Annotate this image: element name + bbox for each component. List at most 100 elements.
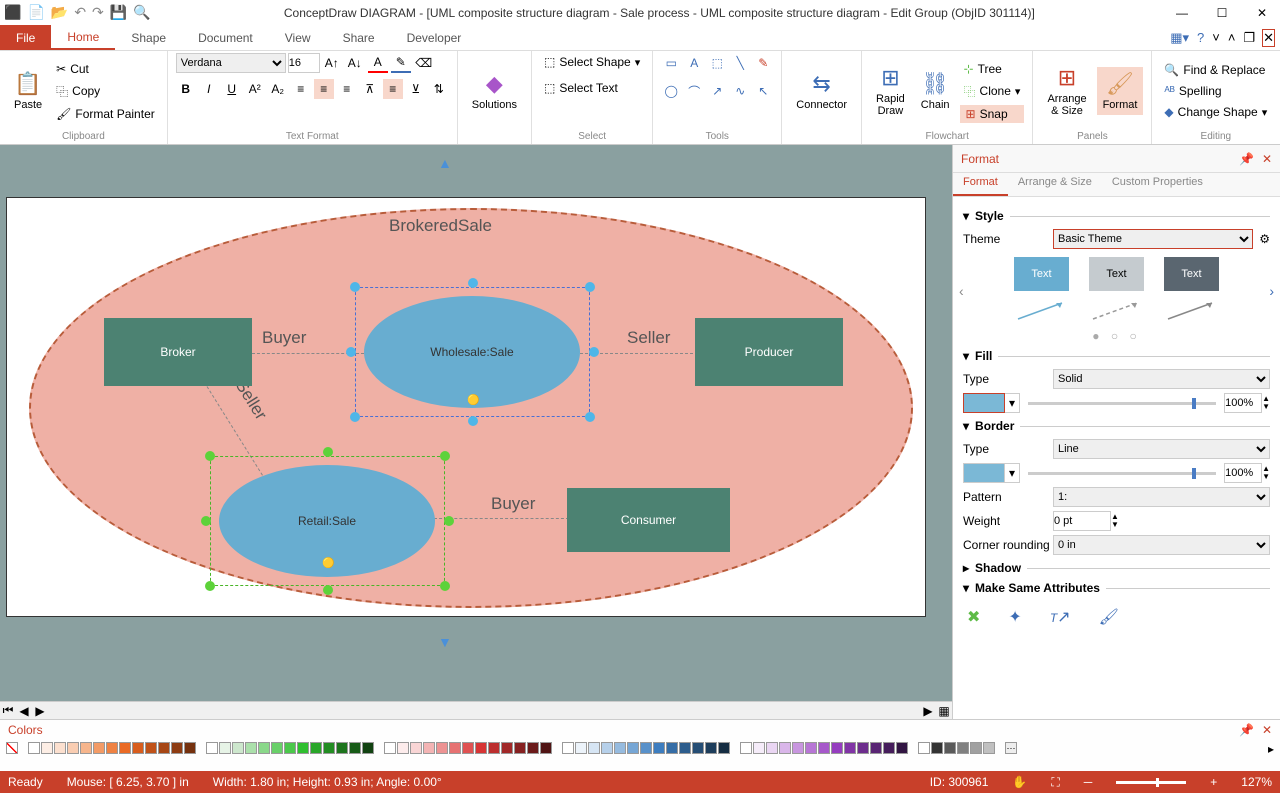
select-shape-button[interactable]: ⬚Select Shape ▾ xyxy=(540,53,644,71)
color-swatch[interactable] xyxy=(818,742,830,754)
solutions-button[interactable]: ◆ Solutions xyxy=(466,67,523,115)
restore-icon[interactable]: ❐ xyxy=(1243,30,1255,46)
color-swatch[interactable] xyxy=(67,742,79,754)
color-swatch[interactable] xyxy=(349,742,361,754)
color-swatch[interactable] xyxy=(475,742,487,754)
color-swatch[interactable] xyxy=(718,742,730,754)
color-swatch[interactable] xyxy=(184,742,196,754)
color-swatch[interactable] xyxy=(614,742,626,754)
tab-share[interactable]: Share xyxy=(327,25,391,50)
window-list-icon[interactable]: ▦▾ xyxy=(1170,30,1189,46)
color-swatch[interactable] xyxy=(93,742,105,754)
cut-button[interactable]: ✂Cut xyxy=(52,60,159,78)
text-handle-icon[interactable]: 🟡 xyxy=(322,558,334,569)
theme-select[interactable]: Basic Theme xyxy=(1053,229,1253,249)
spinner-icon[interactable]: ▲▼ xyxy=(1262,465,1270,481)
tab-view[interactable]: View xyxy=(269,25,327,50)
color-swatch[interactable] xyxy=(666,742,678,754)
handle[interactable] xyxy=(205,581,215,591)
label-buyer-2[interactable]: Buyer xyxy=(491,494,535,514)
color-swatch[interactable] xyxy=(740,742,752,754)
theme-swatch-3[interactable]: Text xyxy=(1164,257,1219,291)
rapid-draw-button[interactable]: ⊞Rapid Draw xyxy=(870,61,911,121)
same-text-icon[interactable]: T↗ xyxy=(1050,607,1071,627)
hand-icon[interactable]: ✋ xyxy=(1012,775,1027,789)
handle[interactable] xyxy=(201,516,211,526)
spinner-icon[interactable]: ▲▼ xyxy=(1111,513,1119,529)
color-swatch[interactable] xyxy=(805,742,817,754)
color-swatch[interactable] xyxy=(931,742,943,754)
theme-next-icon[interactable]: › xyxy=(1269,283,1274,299)
border-opacity-input[interactable] xyxy=(1224,463,1262,483)
mdi-close-icon[interactable]: ✕ xyxy=(1263,30,1274,46)
color-swatch[interactable] xyxy=(310,742,322,754)
label-seller-1[interactable]: Seller xyxy=(627,328,670,348)
color-swatch[interactable] xyxy=(232,742,244,754)
handle[interactable] xyxy=(350,412,360,422)
scroll-right-icon[interactable]: ▶ xyxy=(32,704,48,718)
color-swatch[interactable] xyxy=(106,742,118,754)
redo-icon[interactable]: ↷ xyxy=(92,4,104,21)
decrease-font-icon[interactable]: A↓ xyxy=(345,53,365,73)
color-swatch[interactable] xyxy=(831,742,843,754)
border-type-select[interactable]: Line xyxy=(1053,439,1270,459)
same-line-icon[interactable]: ✦ xyxy=(1008,607,1021,627)
color-swatch[interactable] xyxy=(857,742,869,754)
handle[interactable] xyxy=(205,451,215,461)
color-swatch[interactable] xyxy=(679,742,691,754)
align-center-icon[interactable]: ≡ xyxy=(314,79,334,99)
tool-note-icon[interactable]: ⬚ xyxy=(707,53,727,73)
minimize-button[interactable]: — xyxy=(1168,6,1196,20)
color-swatch[interactable] xyxy=(792,742,804,754)
tab-document[interactable]: Document xyxy=(182,25,269,50)
color-swatch[interactable] xyxy=(844,742,856,754)
section-make-same[interactable]: ▾Make Same Attributes xyxy=(963,581,1270,595)
align-middle-icon[interactable]: ≡ xyxy=(383,79,403,99)
pages-icon[interactable]: ▦ xyxy=(936,704,952,718)
theme-swatch-1[interactable]: Text xyxy=(1014,257,1069,291)
font-family-select[interactable]: Verdana xyxy=(176,53,286,73)
corner-select[interactable]: 0 in xyxy=(1053,535,1270,555)
weight-input[interactable] xyxy=(1053,511,1111,531)
scroll-end-right-icon[interactable]: ▶ xyxy=(920,704,936,718)
align-left-icon[interactable]: ≡ xyxy=(291,79,311,99)
color-swatch[interactable] xyxy=(258,742,270,754)
fill-dropdown-icon[interactable]: ▾ xyxy=(1005,393,1020,413)
canvas[interactable]: BrokeredSale Buyer Seller Seller Buyer B… xyxy=(6,197,926,617)
pattern-select[interactable]: 1: xyxy=(1053,487,1270,507)
tab-custom[interactable]: Custom Properties xyxy=(1102,173,1213,196)
tool-ellipse-icon[interactable]: ◯ xyxy=(661,81,681,101)
handle[interactable] xyxy=(585,282,595,292)
canvas-area[interactable]: ▲ BrokeredSale Buyer Seller Seller Buyer… xyxy=(0,145,952,719)
color-swatch[interactable] xyxy=(158,742,170,754)
zoom-in-icon[interactable]: + xyxy=(1210,775,1217,789)
align-top-icon[interactable]: ⊼ xyxy=(360,79,380,99)
color-swatch[interactable] xyxy=(692,742,704,754)
handle[interactable] xyxy=(440,581,450,591)
zoom-out-icon[interactable]: ─ xyxy=(1084,775,1093,789)
fullscreen-icon[interactable]: ⛶ xyxy=(1051,775,1059,790)
collapse-ribbon-icon[interactable]: ˅ xyxy=(1212,30,1220,45)
handle[interactable] xyxy=(323,585,333,595)
tab-format[interactable]: Format xyxy=(953,173,1008,196)
color-swatch[interactable] xyxy=(540,742,552,754)
change-shape-button[interactable]: ◆Change Shape ▾ xyxy=(1160,103,1271,121)
color-swatch[interactable] xyxy=(219,742,231,754)
underline-icon[interactable]: U xyxy=(222,79,242,99)
subscript-icon[interactable]: A₂ xyxy=(268,79,288,99)
tool-rect-icon[interactable]: ▭ xyxy=(661,53,681,73)
tab-developer[interactable]: Developer xyxy=(391,25,478,50)
open-icon[interactable]: 📂 xyxy=(51,4,68,21)
color-swatch[interactable] xyxy=(983,742,995,754)
color-swatch[interactable] xyxy=(918,742,930,754)
color-swatch[interactable] xyxy=(410,742,422,754)
color-swatch[interactable] xyxy=(562,742,574,754)
font-color-icon[interactable]: A xyxy=(368,53,388,73)
new-icon[interactable]: 📄 xyxy=(27,4,44,21)
zoom-slider[interactable] xyxy=(1116,781,1186,784)
color-swatch[interactable] xyxy=(119,742,131,754)
same-fill-icon[interactable]: ✖ xyxy=(967,607,980,627)
tool-arrow-icon[interactable]: ↗ xyxy=(707,81,727,101)
color-swatch[interactable] xyxy=(766,742,778,754)
color-swatch[interactable] xyxy=(488,742,500,754)
